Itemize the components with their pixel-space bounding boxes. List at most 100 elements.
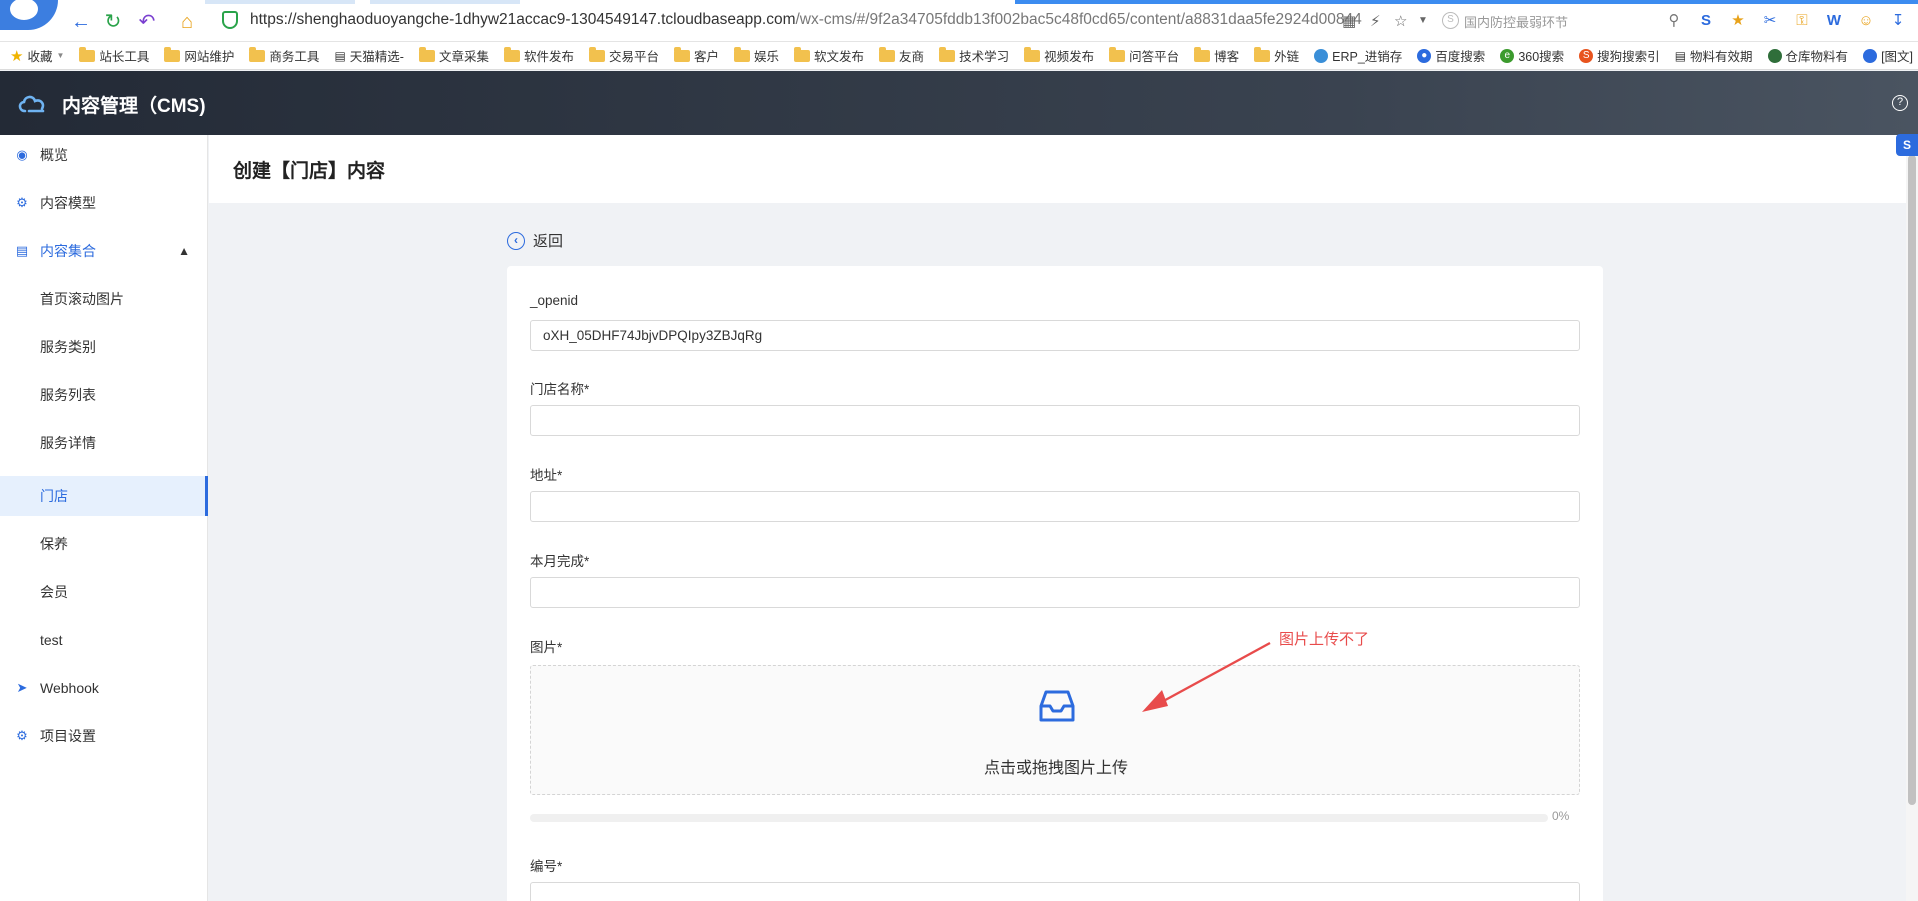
bookmark-item[interactable]: 仓库物料有 [1767, 46, 1848, 65]
browser-toolbar: ← ↻ ↶ ⌂ https://shenghaoduoyangche-1dhyw… [0, 0, 1918, 42]
baidu-icon: ● [1417, 48, 1432, 63]
number-field[interactable] [530, 882, 1580, 901]
bookmark-item[interactable]: 视频发布 [1024, 46, 1094, 65]
smiley-icon[interactable]: ☺ [1856, 11, 1876, 31]
page-icon: ▤ [1674, 48, 1687, 63]
store-name-field[interactable] [530, 405, 1580, 436]
sidebar-item-store[interactable]: 门店 [0, 476, 208, 516]
bookmark-item[interactable]: ▤ 天猫精选- [334, 46, 404, 65]
image-label: 图片* [530, 640, 563, 655]
folder-icon [503, 46, 520, 62]
favorite-star-icon[interactable]: ☆ [1394, 12, 1407, 30]
bookmark-item[interactable]: S 搜狗搜索引 [1579, 46, 1660, 65]
bookmark-item[interactable]: [图文] [1863, 46, 1913, 65]
annotation-arrow [1142, 641, 1271, 712]
folder-icon [879, 46, 896, 62]
bookmark-item[interactable]: ● 百度搜索 [1417, 46, 1485, 65]
sidebar-item-project-settings[interactable]: ⚙ 项目设置 [0, 716, 208, 756]
secure-shield-icon [222, 11, 238, 29]
eye-icon: ◉ [16, 147, 28, 162]
sidebar-item-content-collection[interactable]: ▤ 内容集合 ▲ [0, 231, 208, 271]
image-upload-dropzone[interactable]: 点击或拖拽图片上传 [530, 665, 1580, 795]
search-icon[interactable]: ⚲ [1664, 11, 1684, 31]
content-form: _openid oXH_05DHF74JbjvDPQIpy3ZBJqRg 门店名… [507, 266, 1603, 901]
bookmark-item[interactable]: 博客 [1194, 46, 1239, 65]
qr-icon[interactable]: ▦ [1342, 12, 1356, 30]
bookmarks-favorites[interactable]: ★ 收藏 ▼ [10, 46, 64, 65]
folder-icon [249, 46, 266, 62]
page-icon: ▤ [334, 48, 346, 63]
bookmark-item[interactable]: 文章采集 [418, 46, 489, 65]
list-icon: ▤ [15, 243, 29, 258]
page-header: 创建【门店】内容 [209, 135, 1906, 203]
address-bar[interactable]: https://shenghaoduoyangche-1dhyw21accac9… [250, 11, 1362, 29]
upload-hint: 点击或拖拽图片上传 [983, 760, 1128, 777]
number-label: 编号* [530, 859, 563, 874]
upload-progress-bar [530, 814, 1548, 822]
openid-field[interactable]: oXH_05DHF74JbjvDPQIpy3ZBJqRg [530, 320, 1580, 351]
page-title: 创建【门店】内容 [233, 161, 386, 182]
bookmark-item[interactable]: 网站维护 [164, 46, 234, 65]
bookmark-item[interactable]: 问答平台 [1109, 46, 1179, 65]
inbox-icon [1039, 690, 1075, 722]
sidebar-item-service-list[interactable]: 服务列表 [0, 375, 208, 415]
globe-icon [1314, 48, 1329, 63]
word-icon[interactable]: W [1824, 11, 1844, 31]
url-host: https://shenghaoduoyangche-1dhyw21accac9… [250, 11, 796, 28]
sogou-icon[interactable]: S [1696, 11, 1716, 31]
address-field[interactable] [530, 491, 1580, 522]
back-arrow-icon[interactable]: ← [70, 11, 92, 33]
sidebar-item-home-carousel[interactable]: 首页滚动图片 [0, 279, 208, 319]
bookmark-item[interactable]: ▤ 物料有效期 [1675, 46, 1753, 65]
folder-icon [1254, 46, 1271, 62]
bookmark-tool-icon[interactable]: ★ [1728, 11, 1748, 31]
download-icon[interactable]: ↧ [1888, 11, 1908, 31]
scissors-icon[interactable]: ✂ [1760, 11, 1780, 31]
sidebar-item-maintenance[interactable]: 保养 [0, 524, 208, 564]
sidebar-item-overview[interactable]: ◉ 概览 [0, 135, 208, 175]
month-done-field[interactable] [530, 577, 1580, 608]
sidebar-item-member[interactable]: 会员 [0, 572, 208, 612]
bookmark-item[interactable]: 客户 [674, 46, 719, 65]
bookmark-item[interactable]: 友商 [879, 46, 924, 65]
month-done-label: 本月完成* [530, 554, 590, 569]
home-icon[interactable]: ⌂ [176, 11, 198, 33]
page-scrollbar[interactable] [1906, 135, 1918, 901]
dropdown-icon[interactable]: ▼ [1418, 15, 1428, 26]
lightning-icon[interactable]: ⚡ [1370, 12, 1381, 30]
bookmark-item[interactable]: 娱乐 [734, 46, 779, 65]
bookmark-item[interactable]: 技术学习 [939, 46, 1009, 65]
key-icon[interactable]: ⚿ [1792, 11, 1812, 31]
undo-icon[interactable]: ↶ [136, 11, 158, 33]
sidebar-item-service-detail[interactable]: 服务详情 [0, 423, 208, 463]
cloud-logo-icon [18, 95, 45, 113]
back-button[interactable]: ‹ 返回 [507, 230, 563, 251]
folder-icon [164, 46, 181, 62]
store-name-label: 门店名称* [530, 382, 590, 397]
bookmark-item[interactable]: e 360搜索 [1500, 46, 1564, 65]
chevron-left-circle-icon: ‹ [507, 231, 525, 250]
sogou-float-icon[interactable]: S [1896, 134, 1918, 156]
help-icon[interactable]: ? [1892, 95, 1908, 111]
browser-logo[interactable] [0, 0, 58, 30]
app-header: 内容管理（CMS) ? [0, 71, 1918, 135]
bookmark-item[interactable]: 交易平台 [588, 46, 659, 65]
bookmark-item[interactable]: ERP_进销存 [1314, 46, 1402, 65]
sidebar-item-test[interactable]: test [0, 620, 208, 660]
bookmark-item[interactable]: 软文发布 [794, 46, 864, 65]
scrollbar-thumb[interactable] [1908, 155, 1916, 805]
bookmark-item[interactable]: 商务工具 [249, 46, 319, 65]
sidebar-item-content-model[interactable]: ⚙ 内容模型 [0, 183, 208, 223]
bookmark-item[interactable]: 站长工具 [79, 46, 149, 65]
folder-icon [794, 46, 811, 62]
browser-search[interactable]: S 国内防控最弱环节 [1440, 9, 1670, 33]
bookmark-item[interactable]: 外链 [1254, 46, 1299, 65]
star-icon: ★ [10, 47, 24, 65]
folder-icon [734, 46, 751, 62]
tab-strip [0, 0, 1918, 4]
bookmark-item[interactable]: 软件发布 [503, 46, 574, 65]
refresh-icon[interactable]: ↻ [102, 11, 124, 33]
sidebar-item-service-category[interactable]: 服务类别 [0, 327, 208, 367]
sidebar-item-webhook[interactable]: ➤ Webhook [0, 668, 208, 708]
browser-extensions: ⚲ S ★ ✂ ⚿ W ☺ ↧ [1664, 9, 1918, 33]
